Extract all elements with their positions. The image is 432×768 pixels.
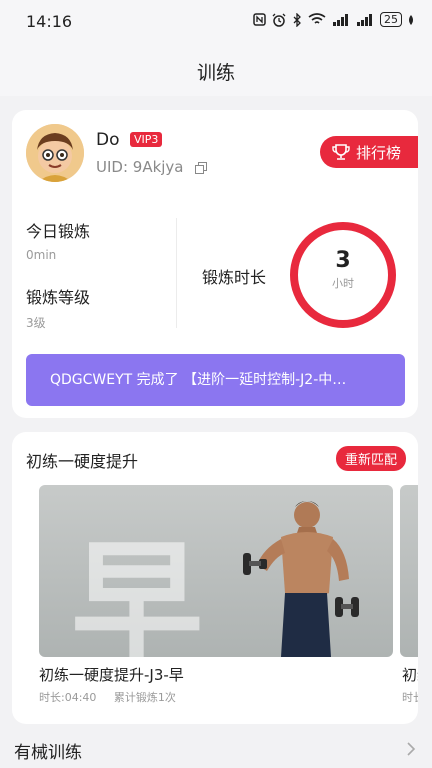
workout-name: 初练一硬度提升-J3-早	[39, 666, 184, 684]
today-exercise-label: 今日锻炼	[26, 222, 91, 241]
duration-ring: 3 小时	[290, 222, 396, 328]
wifi-icon	[308, 13, 326, 24]
workout-thumbnail[interactable]: 早	[39, 485, 393, 657]
rematch-button[interactable]: 重新匹配	[335, 446, 406, 471]
username: Do	[96, 130, 120, 150]
training-plan-card: 初练一硬度提升 重新匹配 早 初练一硬度提升-J3-早 时长:04:40 累计锻…	[12, 432, 418, 724]
plan-title: 初练一硬度提升	[26, 452, 139, 471]
leaderboard-label: 排行榜	[356, 143, 402, 162]
equipment-training-label: 有械训练	[14, 743, 82, 763]
copy-icon[interactable]	[195, 162, 207, 174]
signal-icon	[333, 13, 348, 26]
workout-count: 累计锻炼1次	[113, 691, 176, 704]
duration-value: 3	[335, 248, 351, 273]
alarm-icon	[272, 13, 286, 27]
exercise-level-value: 3级	[26, 316, 46, 330]
nfc-icon	[253, 13, 266, 26]
stats-divider	[176, 218, 177, 328]
thumbnail-char: 早	[71, 526, 203, 657]
chevron-right-icon	[407, 742, 416, 756]
user-id: UID: 9Akjya	[96, 158, 184, 176]
profile-card: Do VIP3 UID: 9Akjya 排行榜 今日锻炼 0min 锻炼等级 3…	[12, 110, 418, 418]
status-bar: 14:16 25	[0, 0, 432, 44]
duration-unit: 小时	[332, 277, 354, 290]
workout-duration: 时长:04:40	[39, 691, 97, 704]
battery-icon: 25	[380, 12, 402, 27]
equipment-training-row[interactable]: 有械训练	[0, 732, 432, 768]
leaderboard-button[interactable]: 排行榜	[320, 136, 418, 168]
workout-meta: 时长:04:40 累计锻炼1次	[39, 689, 190, 705]
next-workout-meta: 时长	[402, 691, 418, 704]
bluetooth-icon	[293, 12, 301, 27]
athlete-illustration	[243, 501, 359, 657]
status-time: 14:16	[26, 12, 73, 31]
page-title: 训练	[196, 62, 235, 84]
activity-notice[interactable]: QDGCWEYT 完成了 【进阶一延时控制-J2-中…	[26, 354, 405, 406]
leaf-icon	[409, 14, 413, 25]
exercise-duration-label: 锻炼时长	[202, 268, 267, 287]
signal-icon-2	[357, 13, 372, 26]
vip-badge: VIP3	[130, 132, 163, 147]
status-icons: 25	[253, 12, 414, 27]
workout-thumbnail-next[interactable]	[400, 485, 418, 657]
exercise-level-label: 锻炼等级	[26, 288, 91, 307]
trophy-icon	[332, 144, 350, 160]
avatar[interactable]	[26, 124, 84, 182]
next-workout-name: 初练	[402, 666, 418, 684]
today-exercise-value: 0min	[26, 248, 57, 262]
title-bar: 训练	[0, 44, 432, 96]
